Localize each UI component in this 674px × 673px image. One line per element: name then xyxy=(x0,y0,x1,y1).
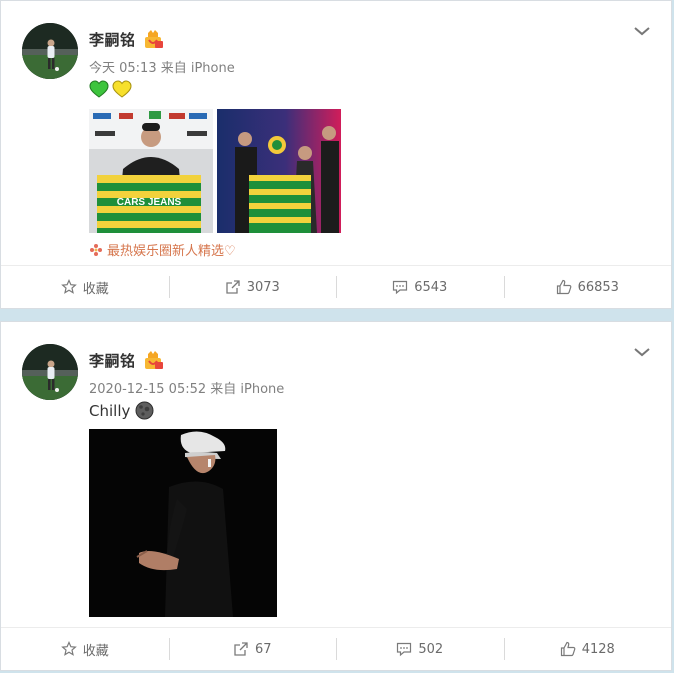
forward-count: 3073 xyxy=(246,279,280,295)
star-icon xyxy=(60,641,77,656)
yellow-heart-icon xyxy=(112,80,132,98)
chevron-down-icon[interactable] xyxy=(633,22,651,36)
forward-button[interactable]: 67 xyxy=(168,628,337,670)
comment-count: 6543 xyxy=(414,279,448,295)
star-icon xyxy=(60,279,77,294)
vip-badge-icon[interactable] xyxy=(142,29,164,49)
like-icon xyxy=(560,641,576,657)
weibo-post-card: 李嗣铭 2020-12-15 05:52 来自 iPhone Chilly 收藏… xyxy=(0,321,672,671)
favorite-label: 收藏 xyxy=(82,281,109,297)
like-count: 66853 xyxy=(577,279,619,295)
avatar[interactable] xyxy=(22,23,78,79)
forward-icon xyxy=(234,642,248,656)
username[interactable]: 李嗣铭 xyxy=(89,350,136,371)
comment-button[interactable]: 502 xyxy=(336,628,504,670)
heart-emojis xyxy=(89,80,133,100)
forward-icon xyxy=(226,280,240,294)
post-image-1[interactable]: CARS JEANS xyxy=(89,109,213,233)
post-meta[interactable]: 今天 05:13 来自 iPhone xyxy=(89,57,235,76)
favorite-button[interactable]: 收藏 xyxy=(1,628,169,670)
post-text-content: Chilly xyxy=(89,401,131,420)
source-tag-text: 最热娱乐圈新人精选♡ xyxy=(107,244,236,259)
post-image-2[interactable] xyxy=(217,109,341,233)
favorite-label: 收藏 xyxy=(82,643,109,659)
flower-icon xyxy=(89,243,103,257)
comment-icon xyxy=(393,280,408,295)
jersey-sponsor-text: CARS JEANS xyxy=(117,197,182,208)
chevron-down-icon[interactable] xyxy=(633,343,651,357)
source-tag-link[interactable]: 最热娱乐圈新人精选♡ xyxy=(89,240,236,259)
like-icon xyxy=(556,279,571,295)
post-meta[interactable]: 2020-12-15 05:52 来自 iPhone xyxy=(89,378,284,397)
green-heart-icon xyxy=(89,80,109,98)
post-action-bar: 收藏 3073 6543 66853 xyxy=(1,265,671,308)
forward-button[interactable]: 3073 xyxy=(168,266,337,308)
post-image[interactable] xyxy=(89,429,277,617)
weibo-post-card: 李嗣铭 今天 05:13 来自 iPhone CARS JEANS 最热娱乐圈新… xyxy=(0,0,672,309)
avatar[interactable] xyxy=(22,344,78,400)
comment-button[interactable]: 6543 xyxy=(336,266,504,308)
like-button[interactable]: 66853 xyxy=(503,266,672,308)
like-count: 4128 xyxy=(581,641,615,657)
vip-badge-icon[interactable] xyxy=(142,350,164,370)
like-button[interactable]: 4128 xyxy=(503,628,672,670)
comment-count: 502 xyxy=(418,641,444,657)
post-text: Chilly xyxy=(89,401,154,420)
favorite-button[interactable]: 收藏 xyxy=(1,266,169,308)
moon-emoji-icon xyxy=(135,401,154,420)
forward-count: 67 xyxy=(254,641,272,657)
comment-icon xyxy=(397,642,412,657)
post-action-bar: 收藏 67 502 4128 xyxy=(1,627,671,670)
username[interactable]: 李嗣铭 xyxy=(89,29,136,50)
